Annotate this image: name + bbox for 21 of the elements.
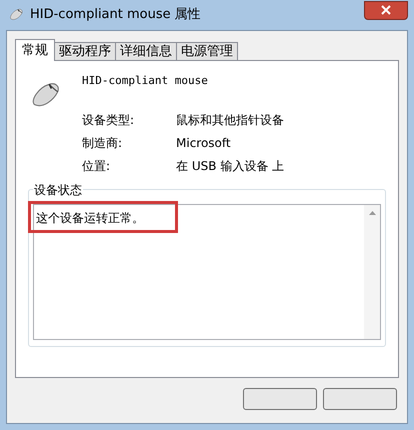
close-icon	[381, 5, 391, 15]
group-title: 设备状态	[33, 181, 83, 199]
dialog-button[interactable]	[323, 388, 397, 410]
property-value: Microsoft	[176, 135, 231, 152]
scrollbar[interactable]	[364, 205, 380, 339]
tab[interactable]: 详细信息	[116, 42, 177, 60]
close-button[interactable]	[364, 0, 408, 20]
property-label: 设备类型:	[82, 112, 136, 129]
window-title: HID-compliant mouse 属性	[30, 6, 202, 24]
status-text: 这个设备运转正常。	[36, 210, 144, 227]
scroll-up-icon	[368, 211, 376, 215]
property-label: 制造商:	[82, 135, 124, 152]
device-name: HID-compliant mouse	[82, 73, 208, 89]
tab[interactable]: 电源管理	[177, 42, 238, 60]
tab[interactable]: 常规	[15, 39, 55, 61]
property-value: 在 USB 输入设备 上	[176, 158, 284, 175]
mouse-icon	[8, 7, 24, 23]
tab[interactable]: 驱动程序	[55, 42, 116, 60]
dialog-button[interactable]	[243, 388, 317, 410]
property-label: 位置:	[82, 158, 112, 175]
property-value: 鼠标和其他指针设备	[176, 112, 284, 129]
